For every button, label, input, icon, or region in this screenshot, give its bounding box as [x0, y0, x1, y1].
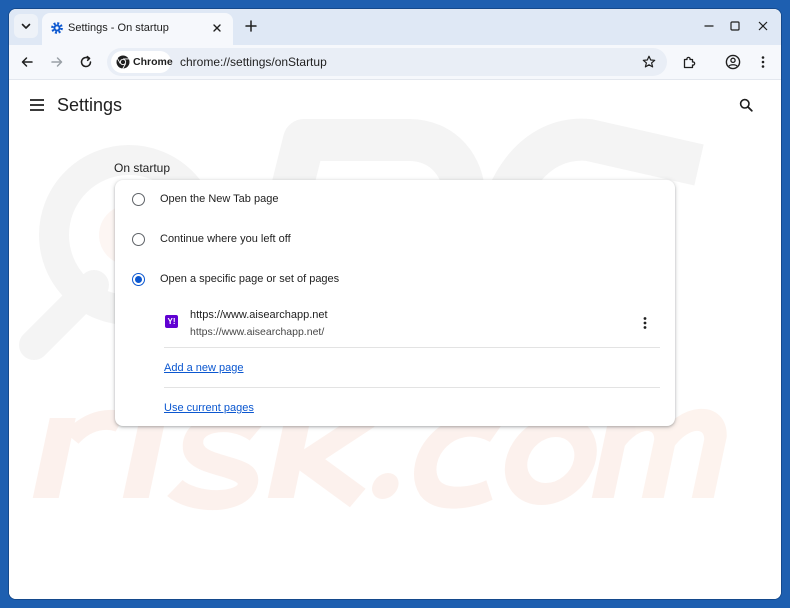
close-icon [213, 24, 221, 32]
site-url: https://www.aisearchapp.net/ [190, 326, 325, 338]
chip-label: Chrome [133, 56, 173, 68]
startup-options-card: Open the New Tab page Continue where you… [115, 180, 675, 426]
tab-search-button[interactable] [14, 14, 38, 38]
vertical-dots-icon [643, 317, 647, 329]
site-favicon-icon: Y! [165, 315, 178, 328]
arrow-left-icon [21, 57, 33, 67]
minimize-button[interactable] [697, 15, 721, 37]
arrow-right-icon [51, 57, 63, 67]
site-info-chip[interactable]: Chrome [111, 51, 173, 73]
maximize-button[interactable] [723, 15, 747, 37]
add-new-page-link[interactable]: Add a new page [164, 362, 244, 374]
forward-button[interactable] [45, 50, 69, 74]
profile-button[interactable] [721, 50, 745, 74]
option-new-tab[interactable]: Open the New Tab page [115, 180, 675, 220]
use-current-pages-link[interactable]: Use current pages [164, 402, 254, 414]
radio-button-checked[interactable] [132, 273, 145, 286]
search-settings-button[interactable] [735, 94, 757, 116]
reload-icon [80, 55, 92, 68]
divider [164, 347, 660, 348]
address-bar[interactable]: Chrome chrome://settings/onStartup [107, 48, 667, 76]
option-label: Open the New Tab page [160, 193, 279, 205]
page-entry-menu-button[interactable] [637, 314, 653, 332]
startup-page-entry: Y! https://www.aisearchapp.net https://w… [115, 305, 675, 345]
chrome-logo-icon [116, 55, 130, 69]
maximize-icon [730, 21, 740, 31]
main-menu-button[interactable] [26, 94, 48, 116]
option-label: Open a specific page or set of pages [160, 273, 340, 285]
tab-strip: Settings - On startup [9, 9, 781, 45]
settings-page: Settings On startup Open the New Tab pag… [9, 80, 781, 599]
more-menu-button[interactable] [751, 50, 775, 74]
site-title: https://www.aisearchapp.net [190, 309, 328, 321]
tab-title: Settings - On startup [68, 22, 169, 34]
option-continue[interactable]: Continue where you left off [115, 220, 675, 260]
new-tab-button[interactable] [241, 16, 261, 36]
option-label: Continue where you left off [160, 233, 291, 245]
minimize-icon [704, 25, 714, 27]
hamburger-menu-icon [30, 99, 44, 111]
close-icon [758, 21, 768, 31]
toolbar: Chrome chrome://settings/onStartup [9, 45, 781, 80]
avatar-icon [725, 54, 741, 70]
tab-settings[interactable]: Settings - On startup [42, 13, 233, 45]
bookmark-button[interactable] [639, 52, 659, 72]
page-title: Settings [57, 95, 123, 115]
section-title: On startup [114, 161, 171, 175]
chevron-down-icon [21, 23, 31, 29]
settings-gear-icon [51, 22, 63, 34]
url-text[interactable]: chrome://settings/onStartup [180, 55, 327, 69]
option-specific-pages[interactable]: Open a specific page or set of pages [115, 260, 675, 300]
plus-icon [245, 20, 257, 32]
reload-button[interactable] [74, 50, 98, 74]
extensions-button[interactable] [677, 50, 701, 74]
vertical-dots-icon [761, 56, 765, 68]
browser-window: Settings - On startup Chrome chrome://se… [9, 9, 781, 599]
divider [164, 387, 660, 388]
close-tab-button[interactable] [209, 20, 225, 36]
star-icon [642, 55, 656, 68]
puzzle-icon [683, 56, 695, 68]
search-icon [739, 98, 753, 112]
radio-button[interactable] [132, 193, 145, 206]
radio-button[interactable] [132, 233, 145, 246]
close-window-button[interactable] [751, 15, 775, 37]
back-button[interactable] [15, 50, 39, 74]
